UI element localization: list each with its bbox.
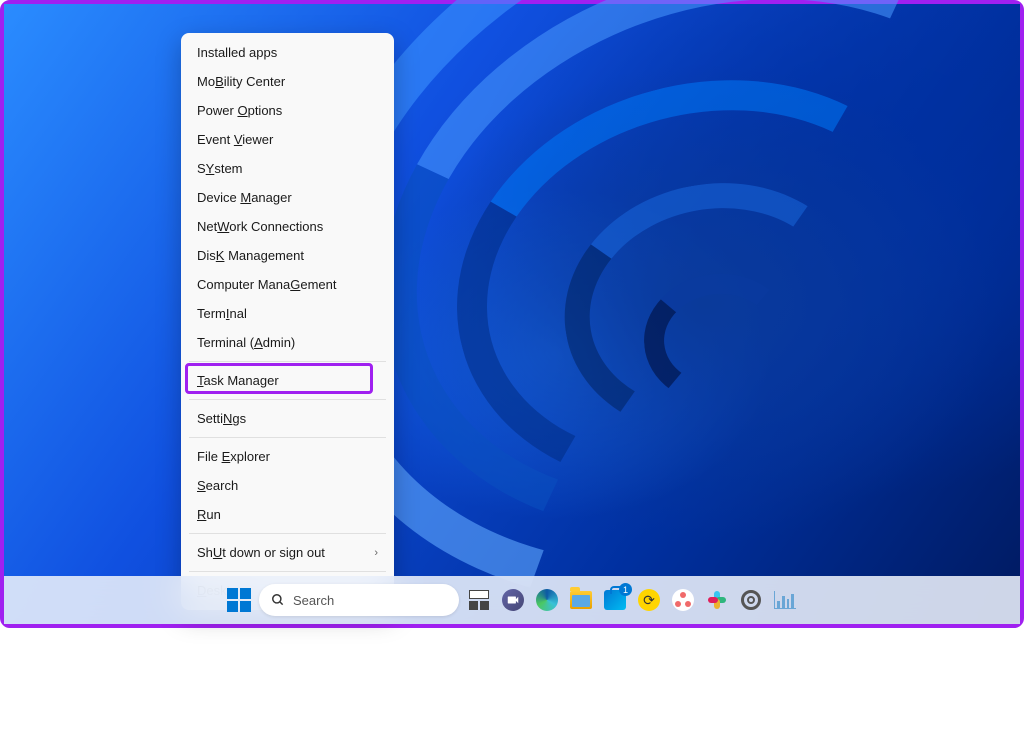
menu-item-task-manager[interactable]: Task Manager: [181, 366, 394, 395]
menu-item-label: Terminal (Admin): [197, 335, 295, 350]
menu-item-disk-management[interactable]: DisK Management: [181, 241, 394, 270]
menu-item-label: SettiNgs: [197, 411, 246, 426]
menu-item-event-viewer[interactable]: Event Viewer: [181, 125, 394, 154]
taskbar-app-chart[interactable]: [771, 586, 799, 614]
windows-logo-icon: [227, 588, 251, 612]
bar-chart-icon: [774, 591, 796, 609]
slack-icon: [706, 589, 728, 611]
taskbar-search[interactable]: Search: [259, 584, 459, 616]
taskbar-app-teams[interactable]: [499, 586, 527, 614]
menu-item-shut-down-or-sign-out[interactable]: ShUt down or sign out ›: [181, 538, 394, 567]
menu-item-mobility-center[interactable]: MoBility Center: [181, 67, 394, 96]
tweak-icon: ⟳: [638, 589, 660, 611]
gear-icon: [741, 590, 761, 610]
menu-item-computer-management[interactable]: Computer ManaGement: [181, 270, 394, 299]
menu-item-label: Installed apps: [197, 45, 277, 60]
search-placeholder: Search: [293, 593, 334, 608]
menu-separator: [189, 571, 386, 572]
task-view-icon: [469, 590, 489, 610]
taskbar-app-settings[interactable]: [737, 586, 765, 614]
menu-item-label: File Explorer: [197, 449, 270, 464]
teams-icon: [502, 589, 524, 611]
taskbar-app-yellow[interactable]: ⟳: [635, 586, 663, 614]
menu-separator: [189, 437, 386, 438]
menu-item-file-explorer[interactable]: File Explorer: [181, 442, 394, 471]
asana-icon: [672, 589, 694, 611]
taskbar-app-asana[interactable]: [669, 586, 697, 614]
menu-item-label: Task Manager: [197, 373, 279, 388]
menu-item-label: Computer ManaGement: [197, 277, 336, 292]
menu-item-run[interactable]: Run: [181, 500, 394, 529]
menu-item-search[interactable]: Search: [181, 471, 394, 500]
chevron-right-icon: ›: [374, 547, 378, 559]
menu-item-system[interactable]: SYstem: [181, 154, 394, 183]
notification-badge: 1: [619, 583, 632, 596]
menu-item-network-connections[interactable]: NetWork Connections: [181, 212, 394, 241]
menu-item-label: MoBility Center: [197, 74, 285, 89]
menu-item-power-options[interactable]: Power Options: [181, 96, 394, 125]
menu-item-label: SYstem: [197, 161, 243, 176]
winx-context-menu: Installed apps MoBility Center Power Optio…: [181, 33, 394, 610]
taskbar: Search 1 ⟳: [4, 576, 1020, 624]
folder-icon: [570, 591, 592, 609]
menu-item-label: ShUt down or sign out: [197, 545, 325, 560]
menu-separator: [189, 399, 386, 400]
task-view-button[interactable]: [465, 586, 493, 614]
start-button[interactable]: [225, 586, 253, 614]
menu-separator: [189, 533, 386, 534]
menu-item-label: Run: [197, 507, 221, 522]
menu-item-label: Search: [197, 478, 238, 493]
menu-item-label: DisK Management: [197, 248, 304, 263]
menu-item-label: Event Viewer: [197, 132, 273, 147]
menu-item-label: TermInal: [197, 306, 247, 321]
taskbar-app-file-explorer[interactable]: [567, 586, 595, 614]
taskbar-app-slack[interactable]: [703, 586, 731, 614]
menu-item-settings[interactable]: SettiNgs: [181, 404, 394, 433]
desktop-wallpaper: [4, 4, 1020, 624]
taskbar-app-edge[interactable]: [533, 586, 561, 614]
edge-icon: [536, 589, 558, 611]
menu-item-terminal[interactable]: TermInal: [181, 299, 394, 328]
menu-item-label: Power Options: [197, 103, 282, 118]
menu-item-terminal-admin[interactable]: Terminal (Admin): [181, 328, 394, 357]
menu-item-label: Device Manager: [197, 190, 292, 205]
taskbar-app-store[interactable]: 1: [601, 586, 629, 614]
menu-item-label: NetWork Connections: [197, 219, 323, 234]
menu-item-device-manager[interactable]: Device Manager: [181, 183, 394, 212]
menu-item-installed-apps[interactable]: Installed apps: [181, 38, 394, 67]
search-icon: [271, 593, 285, 607]
menu-separator: [189, 361, 386, 362]
